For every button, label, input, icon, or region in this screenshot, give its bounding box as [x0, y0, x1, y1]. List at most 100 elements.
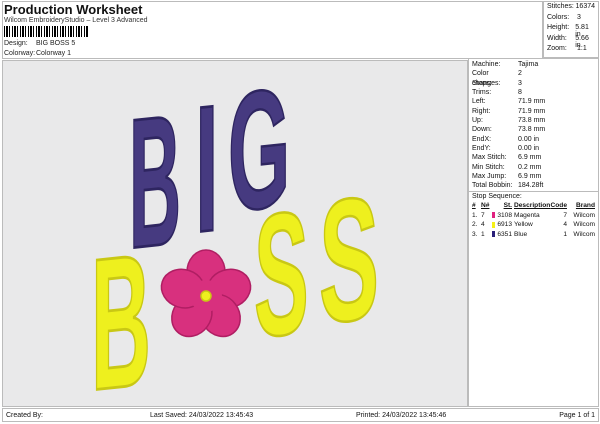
- design-value: BIG BOSS 5: [36, 40, 76, 47]
- stop-sequence-header: # N# St. Description Code Brand: [472, 201, 595, 211]
- stop-sequence-rows-0-n: 7: [481, 211, 485, 219]
- stats-0-label: Stitches:: [547, 3, 574, 10]
- stop-sequence-rows-1-n: 4: [481, 221, 485, 229]
- stats-4-label: Zoom:: [547, 45, 567, 52]
- color-swatch: [492, 212, 496, 219]
- stop-sequence-rows-2-n: 1: [481, 230, 485, 238]
- stop-sequence-headers-4: Code: [550, 202, 567, 210]
- machine-details-panel: Machine: Tajima Color changes: 2 Stops: 3 T…: [468, 58, 599, 407]
- details-6-label: Up:: [472, 117, 483, 125]
- barcode: [4, 26, 88, 37]
- colorway-label: Colorway:: [4, 50, 36, 57]
- details-0-label: Machine:: [472, 61, 501, 68]
- span: 3108: [492, 211, 512, 221]
- details-1-label: Color changes:: [472, 70, 501, 87]
- details-4-label: Left:: [472, 98, 486, 106]
- stop-sequence-rows-1-brand: Wilcom: [573, 221, 595, 229]
- details-7-value: 73.8 mm: [518, 126, 546, 134]
- created-by: Created By:: [6, 412, 43, 419]
- div: Max Jump: 6.9 mm: [472, 172, 595, 181]
- letter-s: S: [319, 160, 379, 361]
- table-row: 3. 1 6351 Blue 1 Wilcom: [472, 230, 595, 240]
- details-5-label: Right:: [472, 107, 491, 115]
- stop-sequence-rows-2-st: 6351: [497, 230, 512, 238]
- stats-4-value: 1:1: [577, 45, 587, 52]
- stat-row: Width: 5.66 in: [547, 34, 595, 49]
- letter-s: S: [254, 174, 309, 374]
- stop-sequence-rows-2-desc: Blue: [514, 230, 528, 238]
- div: Up: 73.8 mm: [472, 116, 595, 125]
- details-2-value: 3: [518, 79, 522, 87]
- stats-3-value: 5.66 in: [575, 34, 589, 49]
- stats-2-value: 5.81 in: [575, 24, 589, 38]
- stop-sequence-rows-0-desc: Magenta: [514, 211, 540, 219]
- details-9-value: 0.00 in: [518, 145, 540, 153]
- stat-row: Height: 5.81 in: [547, 24, 595, 38]
- last-saved: Last Saved: 24/03/2022 13:45:43: [150, 412, 254, 419]
- details-3-value: 8: [518, 89, 522, 97]
- details-10-value: 6.9 mm: [518, 154, 542, 162]
- details-13-label: Total Bobbin:: [472, 182, 513, 190]
- div: Stops: 3: [472, 79, 595, 88]
- stat-row: Stitches: 16374: [547, 3, 595, 14]
- page-number: Page 1 of 1: [559, 412, 595, 419]
- details-4-value: 71.9 mm: [518, 98, 546, 106]
- details-8-value: 0.00 in: [518, 135, 540, 143]
- body: { "header":{"title":"Production Workshee…: [0, 0, 600, 424]
- details-9-label: EndY:: [472, 145, 491, 153]
- stats-0-value: 16374: [575, 3, 595, 10]
- details-12-label: Max Jump:: [472, 173, 507, 181]
- footer: Created By: Last Saved: 24/03/2022 13:45…: [2, 408, 599, 422]
- software-subtitle: Wilcom EmbroideryStudio – Level 3 Advanc…: [4, 17, 148, 24]
- design-label: Design:: [4, 40, 28, 47]
- stop-sequence-rows-1-code: 4: [563, 221, 567, 229]
- table-row: 2. 4 6913 Yellow 4 Wilcom: [472, 220, 595, 230]
- div: Right: 71.9 mm: [472, 107, 595, 116]
- span: 6351: [492, 230, 512, 240]
- stop-sequence-rows-1-num: 2.: [472, 221, 478, 229]
- div: Total Bobbin: 184.28ft: [472, 181, 595, 190]
- details-3-label: Trims:: [472, 89, 492, 97]
- stop-sequence-headers-3: Description: [514, 202, 551, 210]
- stop-sequence-headers-5: Brand: [575, 202, 595, 210]
- details-13-value: 184.28ft: [518, 182, 544, 190]
- details-7-label: Down:: [472, 126, 492, 134]
- stat-row: Colors: 3: [547, 14, 595, 25]
- stop-sequence-rows-2-code: 1: [563, 230, 567, 238]
- details-1-value: 2: [518, 70, 522, 78]
- stop-sequence-rows-1-st: 6913: [497, 221, 512, 229]
- details-11-value: 0.2 mm: [518, 163, 542, 171]
- design-preview: B I G B S S: [2, 52, 468, 424]
- div: Max Stitch: 6.9 mm: [472, 153, 595, 162]
- div: Min Stitch: 0.2 mm: [472, 163, 595, 172]
- stats-2-label: Height:: [547, 24, 570, 31]
- embroidery-artwork: B I G B S S: [90, 52, 380, 424]
- div: EndY: 0.00 in: [472, 144, 595, 153]
- stats-1-value: 3: [577, 13, 581, 21]
- page-title: Production Worksheet: [4, 2, 143, 17]
- colorway-value: Colorway 1: [36, 50, 72, 57]
- table-row: 1. 7 3108 Magenta 7 Wilcom: [472, 211, 595, 221]
- stats-box: Stitches: 16374 Colors: 3 Height: 5.81 in W…: [543, 1, 599, 58]
- details-11-label: Min Stitch:: [472, 163, 505, 171]
- details-0-value: Tajima: [518, 61, 539, 68]
- details-12-value: 6.9 mm: [518, 173, 542, 181]
- stat-row: Zoom: 1:1: [547, 45, 595, 56]
- div: Trims: 8: [472, 88, 595, 97]
- stop-sequence-rows-0-code: 7: [563, 211, 567, 219]
- details-8-label: EndX:: [472, 135, 492, 143]
- stats-3-label: Width:: [547, 34, 567, 42]
- letter-i: I: [195, 66, 219, 270]
- stop-sequence-rows-0-st: 3108: [497, 211, 512, 219]
- div: EndX: 0.00 in: [472, 135, 595, 144]
- stop-sequence-headers-2: St.: [503, 202, 512, 210]
- stats-1-label: Colors:: [547, 13, 570, 21]
- stop-sequence-rows-1-desc: Yellow: [514, 221, 533, 229]
- stop-sequence-headers-1: N#: [481, 202, 490, 210]
- html: *{box-sizing:border-box;margin:0;padding…: [0, 0, 600, 424]
- circle: [200, 290, 212, 302]
- span: 6913: [492, 220, 512, 230]
- color-swatch: [492, 221, 496, 228]
- div: Left: 71.9 mm: [472, 97, 595, 106]
- div: Machine: Tajima: [472, 60, 595, 69]
